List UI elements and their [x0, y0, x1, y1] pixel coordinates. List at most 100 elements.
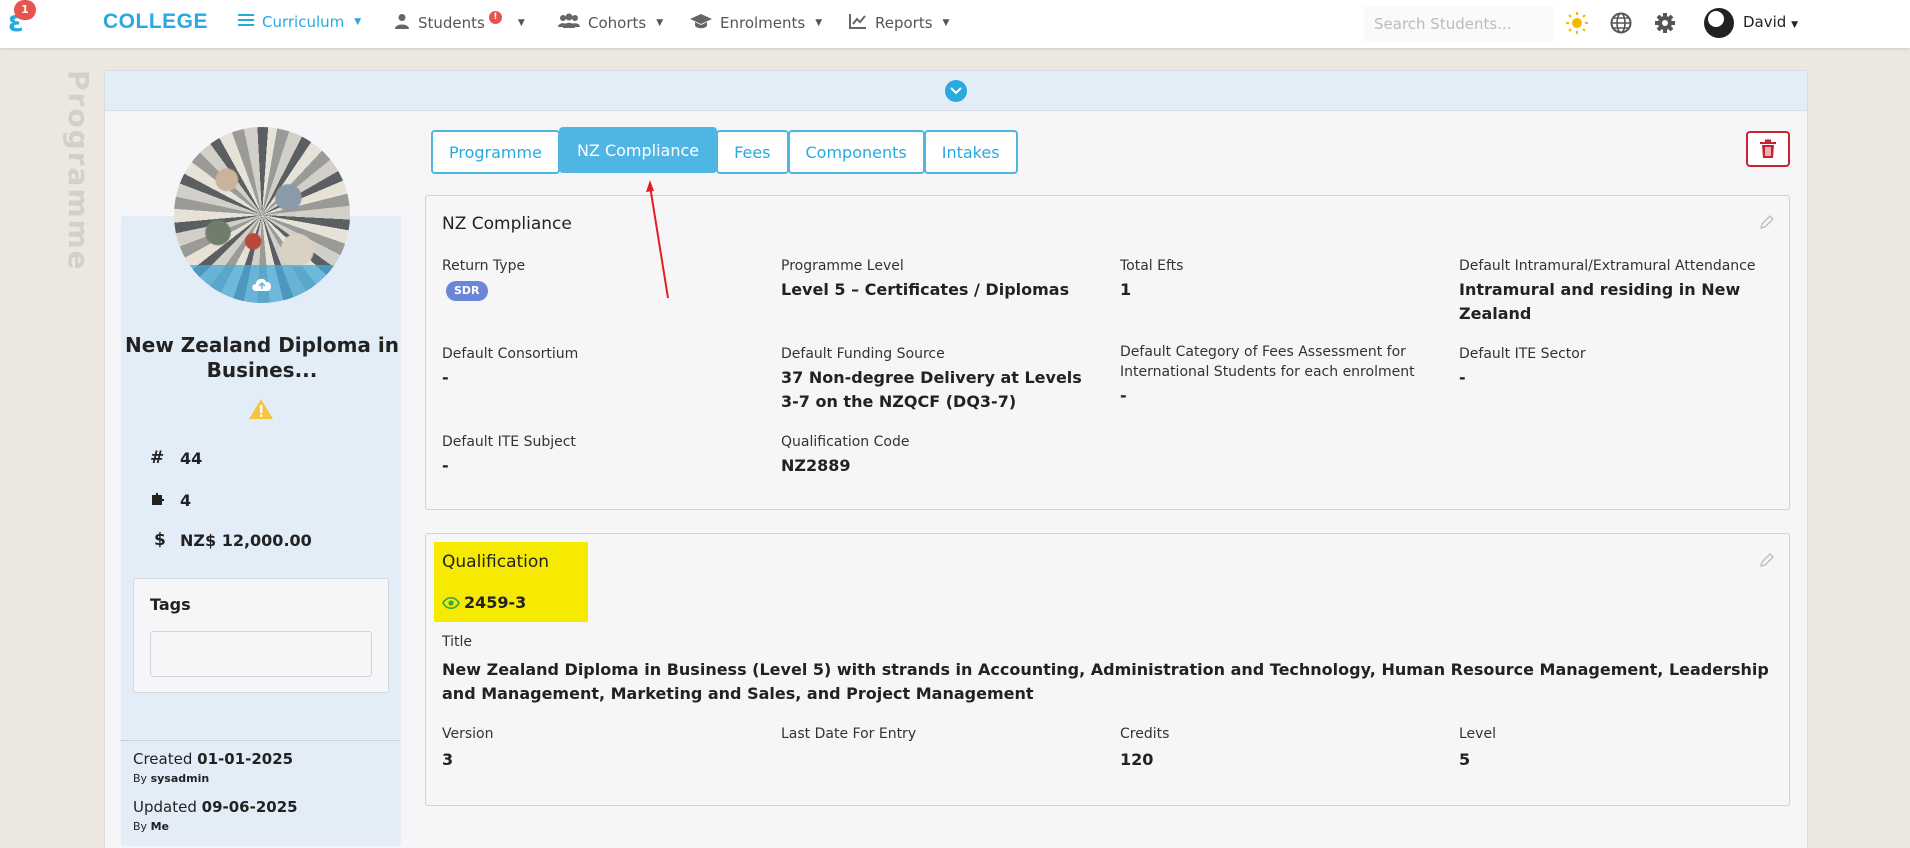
tab-nz-compliance[interactable]: NZ Compliance — [558, 127, 718, 173]
nav-enrolments[interactable]: Enrolments ▼ — [690, 13, 822, 33]
nav-students[interactable]: Students ! ▼ — [394, 10, 525, 33]
brand-name[interactable]: COLLEGE — [103, 10, 208, 34]
tags-section: Tags — [133, 578, 389, 693]
search-students-input[interactable]: Search Students... — [1364, 6, 1554, 42]
stat-number-value: 44 — [180, 448, 203, 468]
list-icon — [238, 13, 254, 31]
students-alert-badge: ! — [488, 10, 502, 24]
stat-components-value: 4 — [180, 491, 192, 510]
tab-programme[interactable]: Programme — [431, 130, 560, 174]
user-menu[interactable]: David ▼ — [1743, 13, 1798, 31]
nav-cohorts-label: Cohorts — [588, 14, 647, 32]
group-icon — [558, 13, 580, 33]
nav-curriculum[interactable]: Curriculum ▼ — [238, 13, 361, 31]
qualification-title: Qualification — [442, 552, 550, 572]
qualification-code-value: NZ2889 — [781, 456, 851, 475]
return-type-badge: SDR — [446, 281, 488, 301]
collapse-toggle-button[interactable] — [945, 80, 967, 102]
updated-by-user: Me — [150, 820, 169, 833]
updated-by-label: By — [133, 820, 148, 833]
card-title: NZ Compliance — [442, 214, 572, 234]
attendance-value: Intramural and residing in New Zealand — [1459, 280, 1741, 323]
updated-info: Updated 09-06-2025 — [133, 798, 298, 816]
tab-fees[interactable]: Fees — [716, 130, 789, 174]
programme-level-label: Programme Level — [781, 258, 904, 274]
person-icon — [394, 13, 410, 33]
chevron-down-icon — [950, 87, 962, 95]
nav-reports[interactable]: Reports ▼ — [849, 13, 949, 33]
created-label: Created — [133, 750, 193, 768]
hash-icon: # — [150, 448, 165, 468]
created-date: 01-01-2025 — [197, 750, 294, 768]
tab-components[interactable]: Components — [787, 130, 925, 174]
tab-intakes[interactable]: Intakes — [923, 130, 1018, 174]
qualification-code-label: Qualification Code — [781, 434, 910, 450]
section-vertical-label: Programme — [62, 70, 95, 272]
caret-down-icon: ▼ — [1791, 20, 1799, 30]
fees-category-value: - — [1120, 386, 1127, 405]
updated-label: Updated — [133, 798, 197, 816]
total-efts-label: Total Efts — [1120, 258, 1184, 274]
caret-down-icon: ▼ — [815, 18, 823, 28]
nz-compliance-card: NZ Compliance Return Type SDR Programme … — [425, 195, 1790, 510]
funding-source-label: Default Funding Source — [781, 346, 945, 362]
sun-icon[interactable] — [1564, 10, 1590, 36]
line-chart-icon — [849, 13, 867, 33]
last-date-label: Last Date For Entry — [781, 726, 917, 742]
created-by-label: By — [133, 772, 148, 785]
globe-icon[interactable] — [1608, 10, 1634, 36]
stat-fee-value: NZ$ 12,000.00 — [180, 530, 312, 550]
credits-label: Credits — [1120, 726, 1170, 742]
warning-icon — [248, 398, 274, 424]
top-navbar: ε 1 COLLEGE Curriculum ▼ Students ! ▼ Co… — [0, 0, 1910, 48]
graduation-cap-icon — [690, 13, 712, 33]
level-label: Level — [1459, 726, 1496, 742]
delete-button[interactable] — [1746, 131, 1790, 167]
return-type-label: Return Type — [442, 258, 526, 274]
fees-category-label: Default Category of Fees Assessment for … — [1120, 344, 1415, 380]
programme-level-value: Level 5 – Certificates / Diplomas — [781, 280, 1070, 299]
gear-icon[interactable] — [1652, 10, 1678, 36]
created-info: Created 01-01-2025 — [133, 750, 293, 768]
divider — [120, 740, 400, 741]
ite-sector-value: - — [1459, 368, 1466, 387]
eye-icon — [442, 597, 460, 609]
caret-down-icon: ▼ — [656, 18, 664, 28]
notification-badge[interactable]: 1 — [14, 0, 36, 20]
ite-subject-label: Default ITE Subject — [442, 434, 576, 450]
nav-enrolments-label: Enrolments — [720, 14, 806, 32]
stat-row-fee: $ NZ$ 12,000.00 — [150, 530, 312, 550]
created-by-user: sysadmin — [150, 772, 210, 785]
caret-down-icon: ▼ — [517, 18, 525, 28]
caret-down-icon: ▼ — [942, 18, 950, 28]
user-avatar[interactable] — [1704, 8, 1734, 38]
updated-date: 09-06-2025 — [201, 798, 298, 816]
attendance-label: Default Intramural/Extramural Attendance — [1459, 258, 1756, 274]
title-label: Title — [442, 634, 473, 650]
pencil-icon[interactable] — [1759, 552, 1775, 572]
created-by: By sysadmin — [133, 772, 209, 785]
programme-tabs: Programme NZ Compliance Fees Components … — [431, 127, 1018, 174]
full-title-value: New Zealand Diploma in Business (Level 5… — [442, 660, 1769, 703]
ite-subject-value: - — [442, 456, 449, 475]
credits-value: 120 — [1120, 750, 1154, 769]
programme-image — [174, 127, 350, 303]
trash-icon — [1760, 139, 1776, 158]
nav-cohorts[interactable]: Cohorts ▼ — [558, 13, 663, 33]
pencil-icon[interactable] — [1759, 214, 1775, 234]
ite-sector-label: Default ITE Sector — [1459, 346, 1586, 362]
stat-row-components: 4 — [150, 489, 191, 512]
version-label: Version — [442, 726, 494, 742]
total-efts-value: 1 — [1120, 280, 1132, 299]
tags-title: Tags — [150, 595, 191, 614]
qualification-code-link[interactable]: 2459-3 — [442, 591, 526, 615]
nav-curriculum-label: Curriculum — [262, 13, 345, 31]
upload-image-button[interactable] — [174, 265, 350, 303]
dollar-icon: $ — [154, 530, 166, 550]
funding-source-value: 37 Non-degree Delivery at Levels 3-7 on … — [781, 368, 1082, 411]
user-name: David — [1743, 13, 1787, 31]
panel-header — [105, 71, 1807, 111]
tags-input[interactable] — [150, 631, 372, 677]
caret-down-icon: ▼ — [354, 17, 362, 27]
consortium-label: Default Consortium — [442, 346, 579, 362]
